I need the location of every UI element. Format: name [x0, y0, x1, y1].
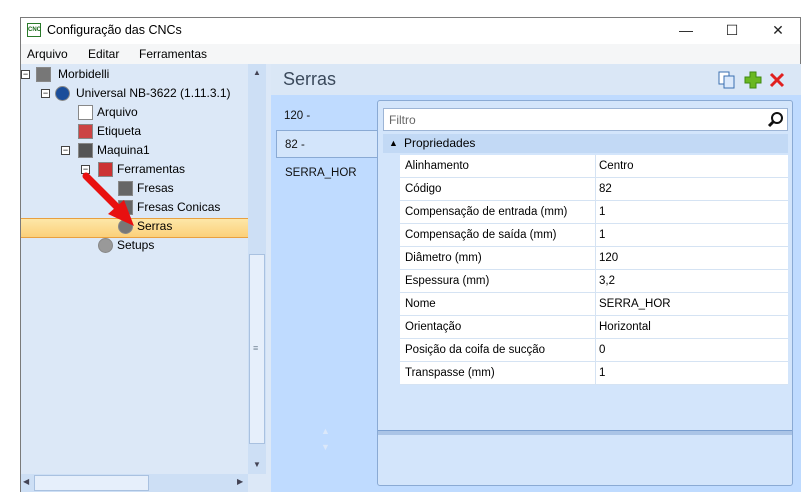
- red-arrow-annotation: [82, 172, 134, 226]
